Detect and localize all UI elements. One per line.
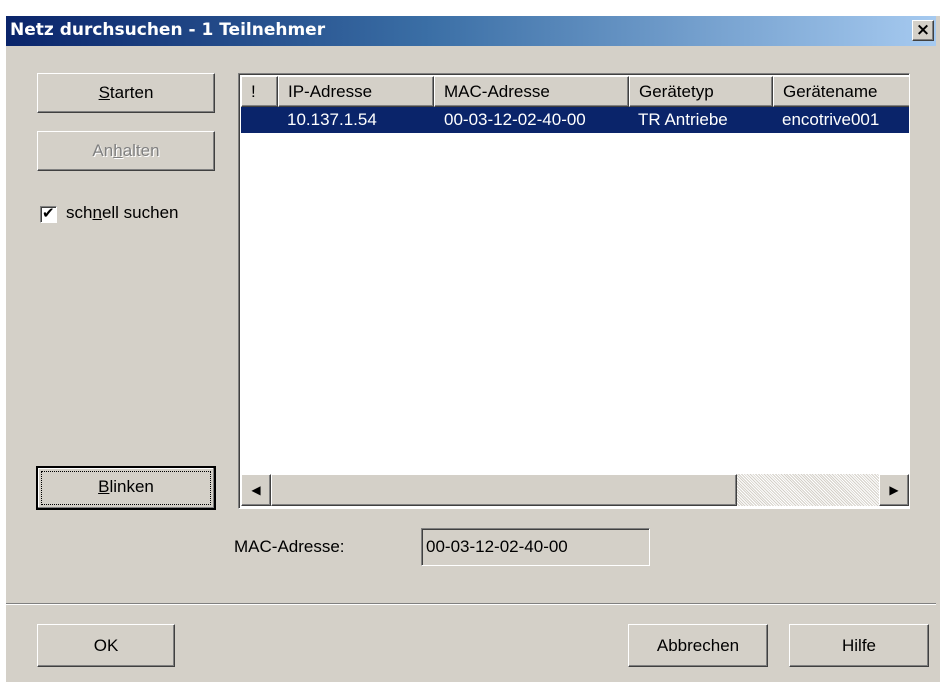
start-button[interactable]: Starten bbox=[37, 73, 215, 113]
checkmark-icon: ✔ bbox=[42, 204, 55, 222]
footer-separator bbox=[6, 603, 936, 605]
cell-device-type: TR Antriebe bbox=[638, 110, 728, 129]
column-header-flag[interactable]: ! bbox=[241, 76, 278, 107]
mac-address-field: 00-03-12-02-40-00 bbox=[421, 528, 650, 566]
scroll-left-button[interactable]: ◀ bbox=[241, 474, 271, 506]
start-button-label: Starten bbox=[98, 83, 154, 102]
focus-rectangle bbox=[41, 471, 211, 505]
scrollbar-thumb[interactable] bbox=[271, 474, 737, 506]
cell-device-name: encotrive001 bbox=[782, 110, 880, 129]
arrow-right-icon: ▶ bbox=[889, 483, 899, 497]
dialog-title-bar[interactable]: Netz durchsuchen - 1 Teilnehmer × bbox=[6, 16, 936, 46]
stop-button-label: Anhalten bbox=[92, 141, 160, 160]
blink-button[interactable]: Blinken bbox=[36, 466, 216, 510]
column-header-device-type[interactable]: Gerätetyp bbox=[629, 76, 773, 107]
column-header-mac-address[interactable]: MAC-Adresse bbox=[434, 76, 629, 107]
column-header-ip-address[interactable]: IP-Adresse bbox=[278, 76, 434, 107]
close-icon: × bbox=[915, 20, 931, 40]
cancel-button-label: Abbrechen bbox=[656, 636, 740, 655]
scroll-right-button[interactable]: ▶ bbox=[879, 474, 909, 506]
help-button-label: Hilfe bbox=[841, 636, 876, 655]
cell-mac-address: 00-03-12-02-40-00 bbox=[444, 110, 586, 129]
fast-search-checkbox[interactable]: ✔ bbox=[40, 204, 57, 223]
cell-ip-address: 10.137.1.54 bbox=[287, 110, 377, 129]
ok-button-label: OK bbox=[93, 636, 119, 655]
list-header: ! IP-Adresse MAC-Adresse Gerätetyp Gerät… bbox=[241, 76, 909, 107]
cancel-button[interactable]: Abbrechen bbox=[628, 624, 768, 667]
mac-address-label: MAC-Adresse: bbox=[234, 537, 345, 556]
stop-button[interactable]: Anhalten bbox=[37, 131, 215, 171]
ok-button[interactable]: OK bbox=[37, 624, 175, 667]
device-list[interactable]: ! IP-Adresse MAC-Adresse Gerätetyp Gerät… bbox=[238, 73, 910, 509]
dialog-title: Netz durchsuchen - 1 Teilnehmer bbox=[10, 20, 326, 40]
screen-background-top bbox=[0, 0, 940, 16]
table-row[interactable]: 10.137.1.54 00-03-12-02-40-00 TR Antrieb… bbox=[241, 107, 909, 133]
close-button[interactable]: × bbox=[912, 20, 934, 41]
fast-search-label: schnell suchen bbox=[66, 203, 179, 222]
help-button[interactable]: Hilfe bbox=[789, 624, 929, 667]
column-header-device-name[interactable]: Gerätename bbox=[773, 76, 909, 107]
arrow-left-icon: ◀ bbox=[251, 483, 261, 497]
horizontal-scrollbar[interactable]: ◀ ▶ bbox=[241, 474, 909, 506]
